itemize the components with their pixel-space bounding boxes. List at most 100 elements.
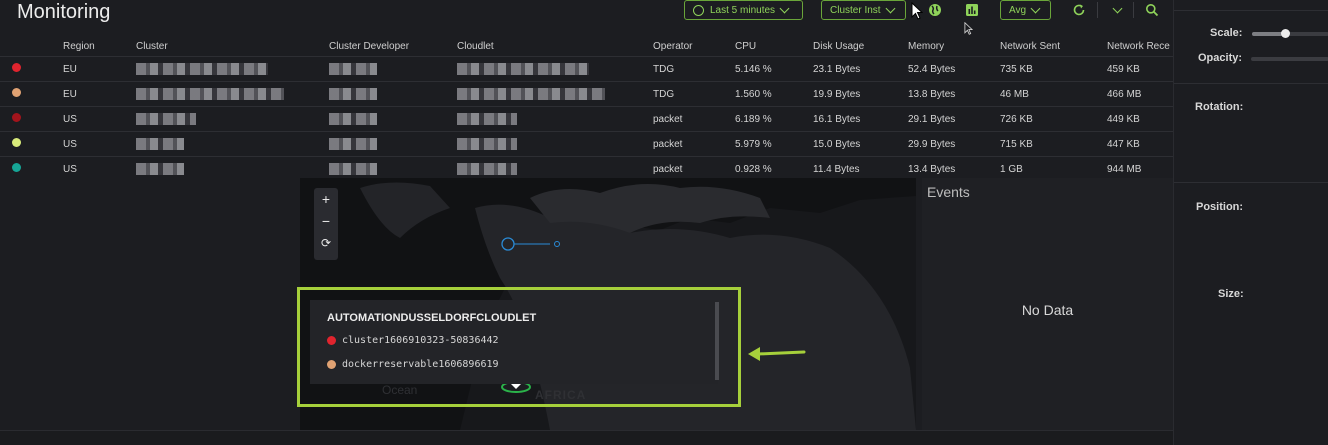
region-cell: US (63, 131, 136, 157)
redacted-text (136, 88, 284, 100)
opacity-slider[interactable] (1251, 57, 1328, 61)
header-cluster[interactable]: Cluster (136, 36, 329, 57)
table-row[interactable]: EU TDG 1.560 % 19.9 Bytes 13.8 Bytes 46 … (0, 81, 1173, 107)
redacted-text (457, 113, 517, 125)
panel-divider (1174, 182, 1328, 183)
redacted-text (329, 138, 377, 150)
memory-cell: 13.8 Bytes (908, 81, 1000, 107)
header-color (0, 36, 63, 57)
disk-cell: 16.1 Bytes (813, 106, 908, 132)
operator-cell: TDG (653, 81, 735, 107)
network-received-cell: 447 KB (1107, 131, 1173, 157)
popup-title: AUTOMATIONDUSSELDORFCLOUDLET (327, 312, 537, 324)
series-color-dot (12, 163, 21, 172)
row-color-cell (0, 156, 63, 181)
cluster-developer-cell (329, 131, 457, 157)
network-received-cell: 459 KB (1107, 56, 1173, 82)
globe-icon[interactable] (927, 2, 943, 18)
scale-slider-handle[interactable] (1281, 29, 1290, 38)
cluster-developer-cell (329, 56, 457, 82)
size-label: Size: (1218, 288, 1244, 300)
popup-item[interactable]: dockerreservable1606896619 (327, 359, 499, 370)
clock-icon (693, 4, 704, 16)
network-sent-cell: 735 KB (1000, 56, 1107, 82)
series-color-dot (327, 336, 336, 345)
cluster-developer-cell (329, 81, 457, 107)
redacted-text (136, 138, 184, 150)
popup-item-label: cluster1606910323-50836442 (342, 335, 499, 346)
scale-slider[interactable] (1252, 29, 1328, 38)
cluster-cell (136, 56, 329, 82)
redacted-text (457, 138, 517, 150)
header-region[interactable]: Region (63, 36, 136, 57)
cloudlet-cell (457, 81, 653, 107)
cluster-developer-cell (329, 106, 457, 132)
row-color-cell (0, 81, 63, 107)
cluster-cell (136, 106, 329, 132)
operator-cell: TDG (653, 56, 735, 82)
aggregation-value: Avg (1009, 4, 1027, 16)
header-network-received[interactable]: Network Rece (1107, 36, 1173, 57)
header-network-sent[interactable]: Network Sent (1000, 36, 1107, 57)
zoom-in-button[interactable]: + (314, 188, 338, 210)
expand-chevron-icon[interactable] (1109, 2, 1125, 18)
region-cell: EU (63, 56, 136, 82)
row-color-cell (0, 56, 63, 82)
events-title: Events (927, 184, 970, 200)
time-range-select[interactable]: Last 5 minutes (684, 0, 803, 20)
aggregation-select[interactable]: Avg (1000, 0, 1051, 20)
search-icon[interactable] (1144, 2, 1160, 18)
header-cpu[interactable]: CPU (735, 36, 813, 57)
view-select[interactable]: Cluster Inst (821, 0, 906, 20)
table-row[interactable]: US packet 5.979 % 15.0 Bytes 29.9 Bytes … (0, 131, 1173, 157)
series-color-dot (12, 138, 21, 147)
chevron-down-icon (885, 3, 896, 14)
mouse-cursor-ghost-icon (964, 22, 973, 35)
cloudlet-cell (457, 106, 653, 132)
header-operator[interactable]: Operator (653, 36, 735, 57)
memory-cell: 29.1 Bytes (908, 106, 1000, 132)
refresh-icon[interactable] (1071, 2, 1087, 18)
chart-icon[interactable] (964, 2, 980, 18)
network-received-cell: 466 MB (1107, 81, 1173, 107)
scale-label: Scale: (1210, 27, 1243, 39)
row-color-cell (0, 106, 63, 132)
cpu-cell: 6.189 % (735, 106, 813, 132)
zoom-out-button[interactable]: − (314, 210, 338, 232)
opacity-label: Opacity: (1198, 52, 1243, 64)
redacted-text (136, 63, 268, 75)
series-color-dot (12, 113, 21, 122)
events-empty-state: No Data (1021, 302, 1074, 318)
network-received-cell: 449 KB (1107, 106, 1173, 132)
series-color-dot (12, 63, 21, 72)
row-color-cell (0, 131, 63, 157)
memory-cell: 52.4 Bytes (908, 56, 1000, 82)
cpu-cell: 1.560 % (735, 81, 813, 107)
header-memory[interactable]: Memory (908, 36, 1000, 57)
header-disk-usage[interactable]: Disk Usage (813, 36, 908, 57)
view-select-value: Cluster Inst (830, 4, 881, 16)
page-title: Monitoring (17, 1, 111, 23)
cloudlet-marker-line[interactable] (500, 236, 564, 252)
header-cluster-developer[interactable]: Cluster Developer (329, 36, 457, 57)
redacted-text (136, 163, 184, 175)
popup-item[interactable]: cluster1606910323-50836442 (327, 335, 499, 346)
series-color-dot (12, 88, 21, 97)
cloudlet-cell (457, 56, 653, 82)
region-cell: US (63, 156, 136, 181)
memory-cell: 29.9 Bytes (908, 131, 1000, 157)
operator-cell: packet (653, 131, 735, 157)
table-row[interactable]: US packet 6.189 % 16.1 Bytes 29.1 Bytes … (0, 106, 1173, 132)
time-range-value: Last 5 minutes (710, 4, 776, 16)
position-label: Position: (1196, 201, 1244, 213)
table-row[interactable]: EU TDG 5.146 % 23.1 Bytes 52.4 Bytes 735… (0, 56, 1173, 82)
redacted-text (329, 163, 377, 175)
redacted-text (136, 113, 196, 125)
series-color-dot (327, 360, 336, 369)
reset-view-button[interactable]: ⟳ (314, 232, 338, 254)
cpu-cell: 5.146 % (735, 56, 813, 82)
popup-scrollbar[interactable] (715, 302, 719, 380)
header-cloudlet[interactable]: Cloudlet (457, 36, 653, 57)
panel-divider (1174, 83, 1328, 84)
chevron-down-icon (1030, 3, 1041, 14)
